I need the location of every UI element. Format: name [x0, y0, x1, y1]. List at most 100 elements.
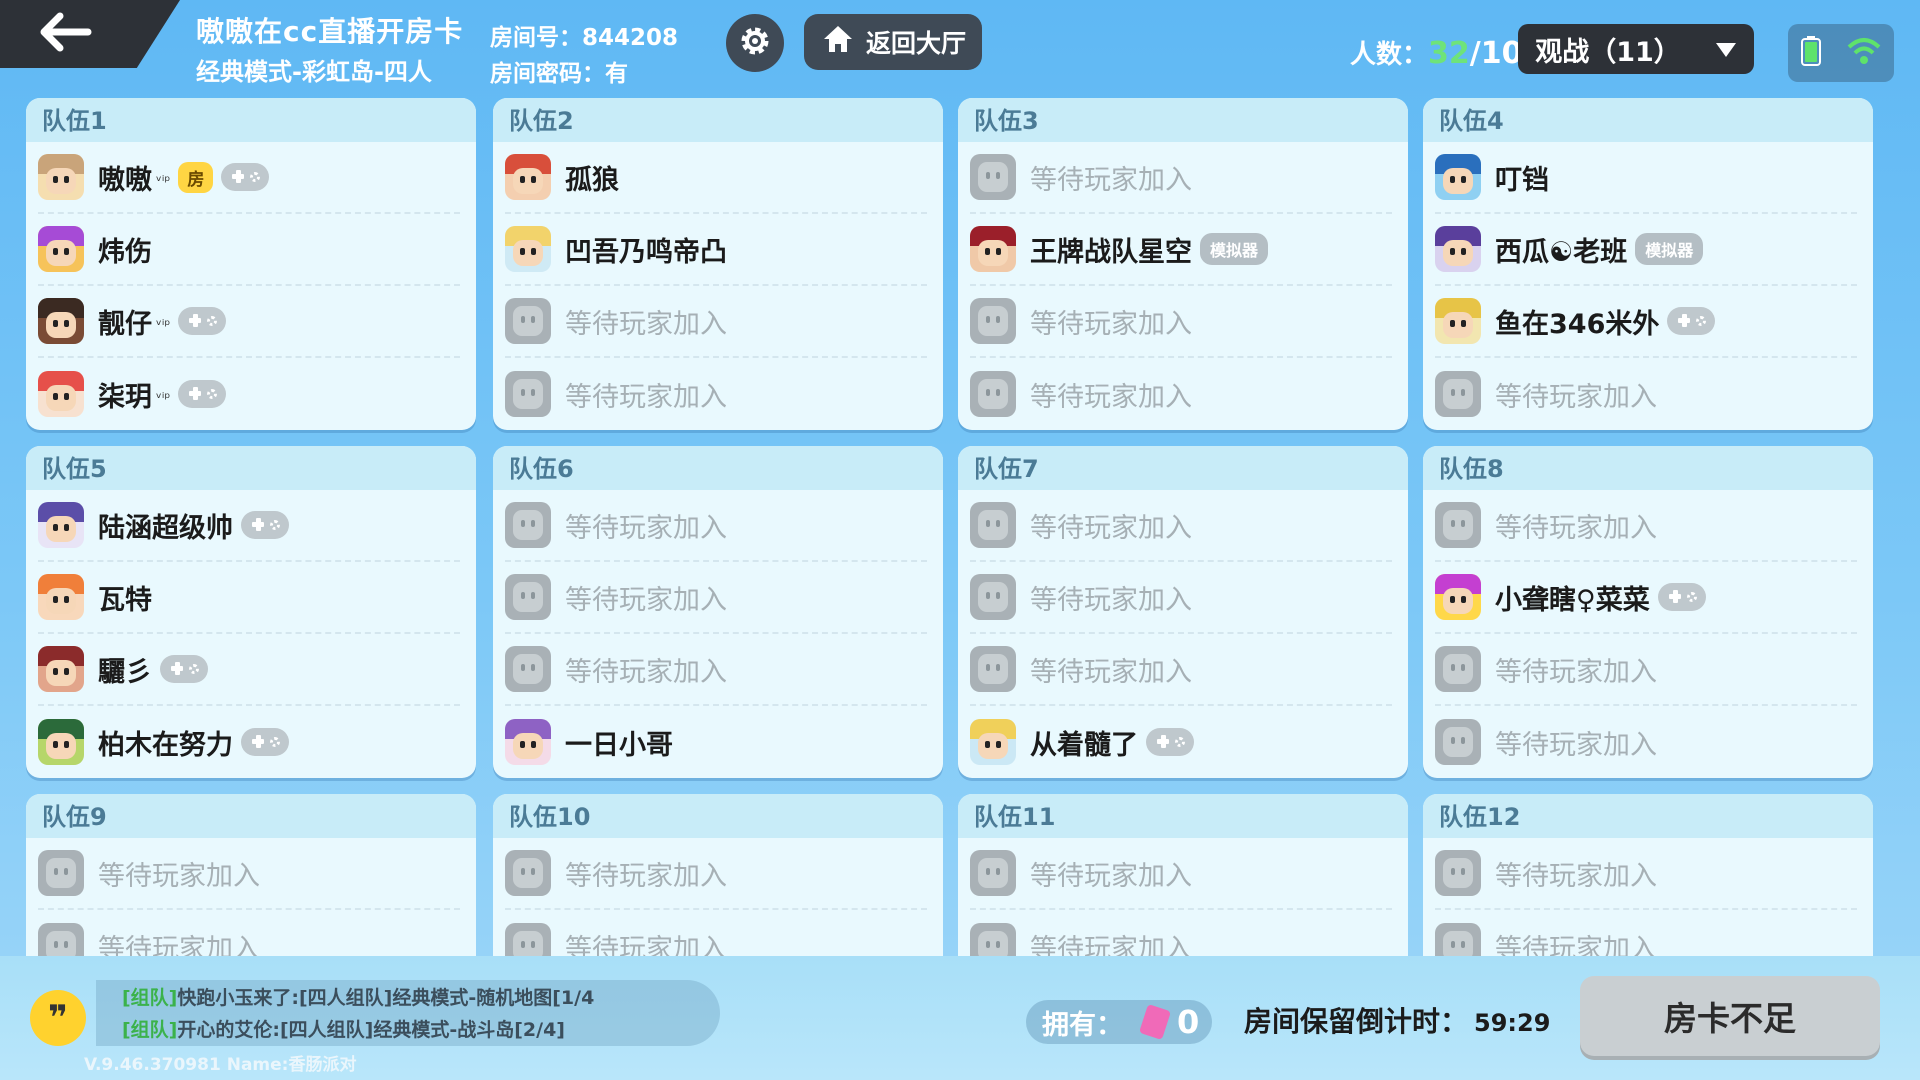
- player-avatar: [38, 154, 84, 200]
- empty-slot[interactable]: 等待玩家加入: [1435, 490, 1857, 562]
- empty-slot[interactable]: 等待玩家加入: [970, 562, 1392, 634]
- player-count-current: 32: [1428, 36, 1470, 71]
- spectate-label: 观战（11）: [1535, 36, 1681, 68]
- player-name: 西瓜☯老班: [1495, 236, 1628, 268]
- gamepad-icon: [178, 380, 227, 408]
- empty-slot[interactable]: 等待玩家加入: [1435, 706, 1857, 778]
- room-card-icon: [1138, 1004, 1172, 1040]
- team-card: 队伍3 等待玩家加入 王牌战队星空 模拟器 等待玩家加入 等待玩家加入: [958, 98, 1408, 430]
- team-card: 队伍4 叮铛 西瓜☯老班 模拟器 鱼在346米外 等待玩家加入: [1423, 98, 1873, 430]
- player-slot[interactable]: 鱼在346米外: [1435, 286, 1857, 358]
- empty-slot[interactable]: 等待玩家加入: [38, 838, 460, 910]
- player-avatar: [38, 298, 84, 344]
- player-slot[interactable]: 靓仔 ᵥᵢₚ: [38, 286, 460, 358]
- player-slot[interactable]: 小聋瞎♀菜菜: [1435, 562, 1857, 634]
- player-avatar: [38, 371, 84, 417]
- return-lobby-button[interactable]: 返回大厅: [804, 14, 982, 70]
- gamepad-icon: [178, 307, 227, 335]
- waiting-label: 等待玩家加入: [1030, 308, 1192, 340]
- owned-value: 0: [1177, 1003, 1200, 1041]
- empty-slot[interactable]: 等待玩家加入: [970, 910, 1392, 956]
- gamepad-icon: [221, 163, 270, 191]
- team-title: 队伍8: [1423, 446, 1873, 490]
- player-slot[interactable]: 柏木在努力: [38, 706, 460, 778]
- player-slot[interactable]: 一日小哥: [505, 706, 927, 778]
- empty-slot[interactable]: 等待玩家加入: [505, 286, 927, 358]
- empty-slot[interactable]: 等待玩家加入: [970, 634, 1392, 706]
- gamepad-icon: [1657, 583, 1706, 611]
- quote-chat-icon[interactable]: ❞: [30, 990, 86, 1046]
- arrow-left-icon: [38, 12, 92, 56]
- player-slot[interactable]: 从着髓了: [970, 706, 1392, 778]
- waiting-label: 等待玩家加入: [565, 381, 727, 413]
- player-slot[interactable]: 瓦特: [38, 562, 460, 634]
- gamepad-icon: [160, 655, 208, 683]
- spectate-dropdown[interactable]: 观战（11）: [1518, 24, 1754, 74]
- empty-avatar-icon: [1435, 719, 1481, 765]
- waiting-label: 等待玩家加入: [565, 512, 727, 544]
- player-name: 一日小哥: [565, 729, 673, 761]
- empty-avatar-icon: [38, 850, 84, 896]
- room-card-owned: 拥有： 0: [1026, 1000, 1212, 1044]
- home-icon: [822, 24, 854, 60]
- team-title: 队伍9: [26, 794, 476, 838]
- empty-slot[interactable]: 等待玩家加入: [1435, 358, 1857, 430]
- empty-slot[interactable]: 等待玩家加入: [970, 490, 1392, 562]
- settings-button[interactable]: [726, 14, 784, 72]
- empty-avatar-icon: [970, 502, 1016, 548]
- team-card: 队伍5 陆涵超级帅 瓦特 驪彡 柏木在努力: [26, 446, 476, 778]
- player-avatar: [505, 154, 551, 200]
- vip-mark: ᵥᵢₚ: [156, 313, 171, 329]
- player-name: 柏木在努力: [98, 729, 233, 761]
- empty-slot[interactable]: 等待玩家加入: [505, 490, 927, 562]
- empty-slot[interactable]: 等待玩家加入: [505, 562, 927, 634]
- player-avatar: [1435, 154, 1481, 200]
- player-slot[interactable]: 炜伤: [38, 214, 460, 286]
- empty-slot[interactable]: 等待玩家加入: [505, 838, 927, 910]
- team-card: 队伍8 等待玩家加入 小聋瞎♀菜菜 等待玩家加入 等待玩家加入: [1423, 446, 1873, 778]
- room-password: 房间密码：有: [490, 61, 628, 87]
- insufficient-room-card-button[interactable]: 房卡不足: [1580, 976, 1880, 1056]
- player-slot[interactable]: 陆涵超级帅: [38, 490, 460, 562]
- empty-slot[interactable]: 等待玩家加入: [970, 142, 1392, 214]
- empty-slot[interactable]: 等待玩家加入: [38, 910, 460, 956]
- player-avatar: [38, 574, 84, 620]
- back-button[interactable]: [0, 0, 180, 68]
- player-avatar: [38, 719, 84, 765]
- empty-slot[interactable]: 等待玩家加入: [1435, 838, 1857, 910]
- player-slot[interactable]: 凹吾乃鸣帝凸: [505, 214, 927, 286]
- player-name: 孤狼: [565, 164, 619, 196]
- empty-slot[interactable]: 等待玩家加入: [505, 634, 927, 706]
- player-slot[interactable]: 柒玥 ᵥᵢₚ: [38, 358, 460, 430]
- player-slot[interactable]: 西瓜☯老班 模拟器: [1435, 214, 1857, 286]
- empty-avatar-icon: [970, 850, 1016, 896]
- player-slot[interactable]: 王牌战队星空 模拟器: [970, 214, 1392, 286]
- owned-label: 拥有：: [1042, 1009, 1123, 1041]
- return-lobby-label: 返回大厅: [866, 29, 967, 58]
- team-card: 队伍6 等待玩家加入 等待玩家加入 等待玩家加入 一日小哥: [493, 446, 943, 778]
- team-card: 队伍2 孤狼 凹吾乃鸣帝凸 等待玩家加入 等待玩家加入: [493, 98, 943, 430]
- empty-avatar-icon: [505, 646, 551, 692]
- empty-slot[interactable]: 等待玩家加入: [970, 838, 1392, 910]
- empty-slot[interactable]: 等待玩家加入: [505, 358, 927, 430]
- player-slot[interactable]: 孤狼: [505, 142, 927, 214]
- empty-slot[interactable]: 等待玩家加入: [970, 286, 1392, 358]
- player-slot[interactable]: 驪彡: [38, 634, 460, 706]
- player-avatar: [505, 226, 551, 272]
- waiting-label: 等待玩家加入: [1495, 933, 1657, 957]
- emulator-badge: 模拟器: [1200, 233, 1269, 265]
- player-name: 靓仔: [98, 308, 152, 340]
- waiting-label: 等待玩家加入: [565, 860, 727, 892]
- empty-slot[interactable]: 等待玩家加入: [505, 910, 927, 956]
- empty-slot[interactable]: 等待玩家加入: [1435, 634, 1857, 706]
- team-recruit-feed[interactable]: [组队]快跑小玉来了:[四人组队]经典模式-随机地图[1/4 [组队]开心的艾伦…: [96, 980, 720, 1046]
- player-slot[interactable]: 叮铛: [1435, 142, 1857, 214]
- waiting-label: 等待玩家加入: [98, 860, 260, 892]
- player-slot[interactable]: 嗷嗷 ᵥᵢₚ 房: [38, 142, 460, 214]
- empty-slot[interactable]: 等待玩家加入: [970, 358, 1392, 430]
- empty-avatar-icon: [1435, 923, 1481, 956]
- team-title: 队伍1: [26, 98, 476, 142]
- waiting-label: 等待玩家加入: [1030, 860, 1192, 892]
- empty-slot[interactable]: 等待玩家加入: [1435, 910, 1857, 956]
- chat-line: [组队]开心的艾伦:[四人组队]经典模式-战斗岛[2/4]: [122, 1019, 565, 1041]
